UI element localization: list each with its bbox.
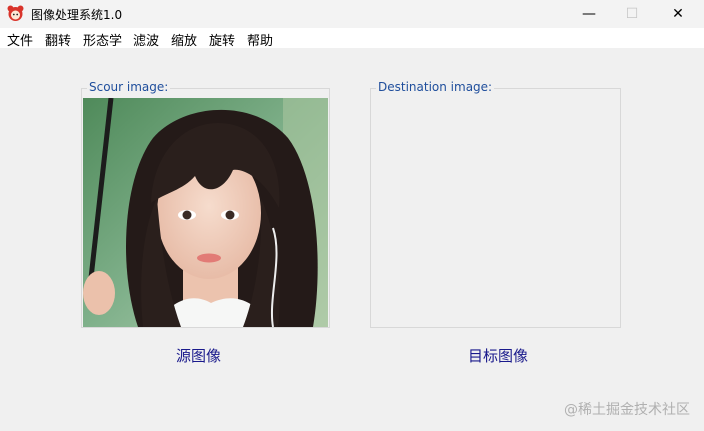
close-button[interactable]: ✕ (655, 0, 701, 28)
minimize-button[interactable]: — (566, 0, 612, 28)
menu-morphology[interactable]: 形态学 (83, 30, 122, 49)
source-image (83, 98, 328, 327)
watermark: @稀土掘金技术社区 (564, 402, 690, 418)
minimize-icon: — (582, 6, 596, 22)
destination-image-label: Destination image: (376, 80, 495, 94)
menu-bar: 文件 翻转 形态学 滤波 缩放 旋转 帮助 (0, 28, 704, 49)
maximize-icon: ☐ (625, 6, 639, 22)
menu-flip[interactable]: 翻转 (45, 30, 71, 49)
source-image-group: Scour image: (81, 80, 330, 328)
menu-scale[interactable]: 缩放 (171, 30, 197, 49)
menu-filter[interactable]: 滤波 (133, 30, 159, 49)
destination-image-group: Destination image: (370, 80, 621, 328)
close-icon: ✕ (672, 6, 684, 22)
source-image-caption: 源图像 (176, 347, 222, 365)
menu-file[interactable]: 文件 (7, 30, 33, 49)
menu-help[interactable]: 帮助 (247, 30, 273, 49)
window-title: 图像处理系统1.0 (31, 8, 123, 22)
menu-rotate[interactable]: 旋转 (209, 30, 235, 49)
maximize-button[interactable]: ☐ (609, 0, 655, 28)
app-icon (7, 5, 24, 21)
source-image-label: Scour image: (87, 80, 171, 94)
title-bar: 图像处理系统1.0 — ☐ ✕ (0, 0, 704, 28)
destination-image-caption: 目标图像 (468, 347, 529, 365)
